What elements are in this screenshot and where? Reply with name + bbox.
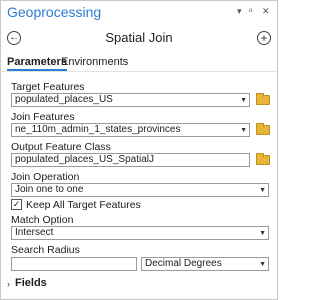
browse-folder-icon[interactable] bbox=[256, 153, 270, 165]
join-features-label: Join Features bbox=[11, 111, 75, 123]
keep-all-label: Keep All Target Features bbox=[26, 199, 141, 211]
geoprocessing-pane: Geoprocessing ▾ ᵒ ✕ ← Spatial Join + Par… bbox=[0, 0, 278, 300]
chevron-down-icon: ▼ bbox=[240, 127, 247, 134]
match-option-dropdown[interactable]: Intersect ▼ bbox=[11, 226, 269, 240]
pin-icon[interactable]: ᵒ bbox=[249, 6, 252, 16]
chevron-down-icon: ▼ bbox=[259, 261, 266, 268]
join-operation-dropdown[interactable]: Join one to one ▼ bbox=[11, 183, 269, 197]
browse-folder-icon[interactable] bbox=[256, 123, 270, 135]
pane-options-icon[interactable]: ▾ bbox=[237, 6, 242, 16]
add-icon[interactable]: + bbox=[257, 31, 271, 45]
browse-folder-icon[interactable] bbox=[256, 93, 270, 105]
search-radius-unit-value: Decimal Degrees bbox=[145, 258, 222, 269]
match-option-value: Intersect bbox=[15, 227, 54, 238]
expand-fields-icon[interactable]: › bbox=[7, 279, 10, 289]
target-features-value: populated_places_US bbox=[15, 94, 113, 105]
pane-title: Geoprocessing bbox=[7, 4, 102, 20]
output-feature-class-input[interactable]: populated_places_US_SpatialJ bbox=[11, 153, 250, 167]
search-radius-unit-dropdown[interactable]: Decimal Degrees ▼ bbox=[141, 257, 269, 271]
pane-titlebar: Geoprocessing ▾ ᵒ ✕ bbox=[1, 1, 277, 23]
join-features-dropdown[interactable]: ne_110m_admin_1_states_provinces ▼ bbox=[11, 123, 250, 137]
close-icon[interactable]: ✕ bbox=[262, 6, 270, 16]
join-operation-value: Join one to one bbox=[15, 184, 84, 195]
chevron-down-icon: ▼ bbox=[259, 187, 266, 194]
search-radius-label: Search Radius bbox=[11, 244, 80, 256]
target-features-dropdown[interactable]: populated_places_US ▼ bbox=[11, 93, 250, 107]
output-feature-class-value: populated_places_US_SpatialJ bbox=[15, 154, 154, 165]
search-radius-input[interactable] bbox=[11, 257, 137, 271]
keep-all-checkbox[interactable]: ✓ bbox=[11, 199, 22, 210]
target-features-label: Target Features bbox=[11, 81, 85, 93]
fields-section-header[interactable]: Fields bbox=[15, 277, 47, 289]
tool-title: Spatial Join bbox=[105, 30, 173, 45]
chevron-down-icon: ▼ bbox=[259, 230, 266, 237]
join-features-value: ne_110m_admin_1_states_provinces bbox=[15, 124, 181, 135]
match-option-label: Match Option bbox=[11, 214, 74, 226]
join-operation-label: Join Operation bbox=[11, 171, 80, 183]
output-feature-class-label: Output Feature Class bbox=[11, 141, 111, 153]
tab-parameters[interactable]: Parameters bbox=[7, 56, 67, 71]
tab-environments[interactable]: Environments bbox=[61, 56, 128, 68]
chevron-down-icon: ▼ bbox=[240, 97, 247, 104]
tab-divider bbox=[1, 71, 277, 72]
